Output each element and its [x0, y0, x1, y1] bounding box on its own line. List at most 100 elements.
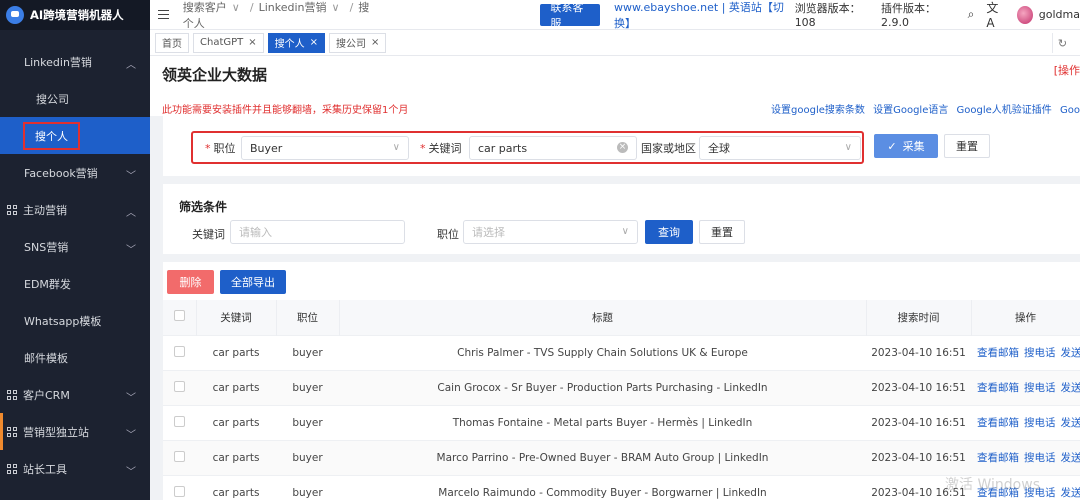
- keyword-value: car parts: [478, 141, 528, 155]
- chevron-down-icon: ∨: [621, 226, 629, 237]
- sidebar: AI跨境营销机器人 Linkedin营销 ︿ 搜公司 搜个人 Facebook营…: [0, 0, 150, 500]
- cell-keyword: car parts: [196, 404, 276, 440]
- search-icon[interactable]: ⌕: [968, 7, 975, 22]
- filter-reset-button[interactable]: 重置: [699, 220, 745, 244]
- tab-chatgpt[interactable]: ChatGPT ×: [193, 32, 264, 53]
- site-switch-link[interactable]: www.ebayshoe.net | 英语站【切换】: [614, 0, 787, 31]
- refresh-icon[interactable]: ↻: [1052, 33, 1072, 53]
- tab-search-company[interactable]: 搜公司 ×: [329, 32, 387, 53]
- row-checkbox[interactable]: [174, 345, 185, 357]
- sidebar-item-sns[interactable]: SNS营销 ﹀: [0, 228, 150, 265]
- send-link[interactable]: 发送: [1061, 347, 1080, 359]
- cell-title: Thomas Fontaine - Metal parts Buyer - He…: [339, 404, 866, 440]
- chevron-up-icon: ︿: [126, 208, 136, 219]
- plugin-version: 插件版本：2.9.0: [880, 2, 936, 29]
- cell-position: buyer: [276, 334, 339, 370]
- search-phone-link[interactable]: 搜电话: [1024, 382, 1056, 394]
- sidebar-item-search-company[interactable]: 搜公司: [0, 80, 150, 117]
- row-checkbox[interactable]: [174, 450, 185, 462]
- search-phone-link[interactable]: 搜电话: [1024, 452, 1056, 464]
- user-name[interactable]: goldma: [1039, 8, 1080, 21]
- table-row: car parts buyer Chris Palmer - TVS Suppl…: [163, 334, 1080, 370]
- set-google-count-link[interactable]: 设置google搜索条数: [771, 105, 865, 116]
- translate-icon[interactable]: 文A: [986, 0, 1004, 30]
- app-logo[interactable]: AI跨境营销机器人: [0, 0, 150, 30]
- row-checkbox[interactable]: [174, 485, 185, 497]
- chevron-down-icon: ﹀: [126, 467, 136, 478]
- cell-time: 2023-04-10 16:51: [866, 334, 971, 370]
- region-select[interactable]: 全球 ∨: [699, 136, 861, 160]
- tab-home[interactable]: 首页: [155, 32, 189, 53]
- close-icon[interactable]: ×: [310, 37, 318, 48]
- sidebar-item-label: 主动营销: [23, 203, 67, 217]
- sidebar-item-whatsapp-template[interactable]: Whatsapp模板: [0, 302, 150, 339]
- sidebar-item-active-marketing[interactable]: 主动营销 ︿: [0, 191, 150, 228]
- operation-link[interactable]: [操作: [1054, 62, 1080, 78]
- clear-icon[interactable]: ×: [617, 142, 628, 153]
- select-all-checkbox[interactable]: [173, 310, 185, 322]
- google-more-link[interactable]: Goo: [1060, 105, 1080, 116]
- set-google-language-link[interactable]: 设置Google语言: [873, 105, 948, 116]
- row-checkbox[interactable]: [174, 415, 185, 427]
- tab-label: 首页: [162, 39, 182, 50]
- table-row: car parts buyer Marcelo Raimundo - Commo…: [163, 474, 1080, 500]
- column-header: 操作: [971, 300, 1080, 335]
- filter-position-placeholder: 请选择: [472, 226, 505, 239]
- keyword-label: * 关键词: [420, 142, 462, 155]
- keyword-input[interactable]: car parts ×: [469, 136, 637, 160]
- reset-button[interactable]: 重置: [944, 134, 990, 158]
- google-captcha-plugin-link[interactable]: Google人机验证插件: [957, 105, 1052, 116]
- sidebar-item-search-person[interactable]: 搜个人: [0, 117, 150, 154]
- sidebar-item-edm[interactable]: EDM群发: [0, 265, 150, 302]
- position-select[interactable]: Buyer ∨: [241, 136, 409, 160]
- close-icon[interactable]: ×: [371, 37, 379, 48]
- view-email-link[interactable]: 查看邮箱: [977, 417, 1019, 429]
- tab-label: 搜公司: [336, 39, 367, 50]
- send-link[interactable]: 发送: [1061, 487, 1080, 499]
- page-title: 领英企业大数据: [162, 66, 268, 84]
- filter-position-select[interactable]: 请选择 ∨: [463, 220, 638, 244]
- sidebar-item-label: SNS营销: [24, 240, 69, 254]
- menu-toggle-icon[interactable]: [158, 7, 169, 22]
- send-link[interactable]: 发送: [1061, 382, 1080, 394]
- search-phone-link[interactable]: 搜电话: [1024, 347, 1056, 359]
- row-checkbox[interactable]: [174, 380, 185, 392]
- sidebar-item-linkedin[interactable]: Linkedin营销 ︿: [0, 43, 150, 80]
- sidebar-item-crm[interactable]: 客户CRM ﹀: [0, 376, 150, 413]
- query-button[interactable]: 查询: [645, 220, 693, 244]
- export-all-button[interactable]: 全部导出: [220, 270, 286, 294]
- tabs-bar: 首页 ChatGPT × 搜个人 × 搜公司 × ↻: [150, 30, 1080, 56]
- send-link[interactable]: 发送: [1061, 452, 1080, 464]
- cell-keyword: car parts: [196, 369, 276, 405]
- sidebar-item-label: Whatsapp模板: [24, 314, 102, 328]
- check-icon: ✓: [887, 139, 897, 153]
- sidebar-item-webmaster[interactable]: 站长工具 ﹀: [0, 450, 150, 487]
- position-value: Buyer: [250, 141, 283, 155]
- sidebar-item-mail-template[interactable]: 邮件模板: [0, 339, 150, 376]
- contact-support-button[interactable]: 联系客服: [540, 1, 600, 30]
- filter-title: 筛选条件: [179, 200, 228, 214]
- results-panel: 删除 全部导出 关键词 职位 标题 搜索时间 操作 car parts buye…: [163, 262, 1080, 500]
- view-email-link[interactable]: 查看邮箱: [977, 347, 1019, 359]
- search-phone-link[interactable]: 搜电话: [1024, 417, 1056, 429]
- position-label: * 职位: [205, 142, 236, 155]
- sidebar-item-site[interactable]: 营销型独立站 ﹀: [0, 413, 150, 450]
- send-link[interactable]: 发送: [1061, 417, 1080, 429]
- chevron-down-icon: ﹀: [126, 245, 136, 256]
- grid-icon: [7, 426, 17, 437]
- grid-icon: [7, 463, 17, 474]
- chevron-down-icon: ∨: [231, 0, 240, 14]
- collect-button[interactable]: ✓ 采集: [874, 134, 938, 158]
- chevron-down-icon: ﹀: [126, 393, 136, 404]
- breadcrumb-item[interactable]: Linkedin营销: [259, 1, 327, 14]
- delete-button[interactable]: 删除: [167, 270, 214, 294]
- view-email-link[interactable]: 查看邮箱: [977, 382, 1019, 394]
- view-email-link[interactable]: 查看邮箱: [977, 452, 1019, 464]
- table-row: car parts buyer Thomas Fontaine - Metal …: [163, 404, 1080, 440]
- close-icon[interactable]: ×: [248, 37, 256, 48]
- sidebar-item-facebook[interactable]: Facebook营销 ﹀: [0, 154, 150, 191]
- avatar[interactable]: [1016, 5, 1033, 24]
- breadcrumb-item[interactable]: 搜索客户: [183, 1, 227, 14]
- filter-keyword-input[interactable]: 请输入: [230, 220, 405, 244]
- tab-search-person[interactable]: 搜个人 ×: [267, 32, 326, 53]
